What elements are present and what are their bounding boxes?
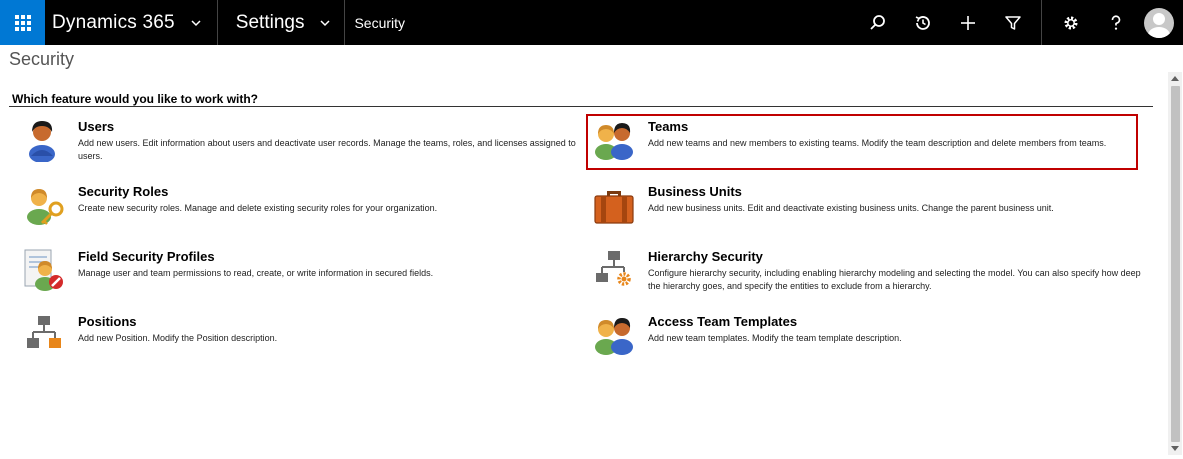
- feature-title[interactable]: Positions: [78, 314, 137, 329]
- gear-icon: [1064, 16, 1077, 29]
- feature-description: Add new team templates. Modify the team …: [648, 333, 902, 343]
- search-icon: [869, 14, 885, 30]
- scroll-up-arrow-icon[interactable]: [1171, 76, 1179, 81]
- feature-business-units[interactable]: Business Units Add new business units. E…: [592, 183, 1152, 241]
- avatar-icon: [1148, 12, 1170, 38]
- feature-description: Configure hierarchy security, including …: [648, 268, 1141, 291]
- hierarchy-gear-icon: [596, 251, 631, 286]
- app-launcher-button[interactable]: [0, 0, 45, 45]
- help-icon: [1111, 14, 1120, 30]
- user-avatar[interactable]: [1144, 7, 1174, 38]
- chevron-down-icon: [320, 19, 330, 26]
- hierarchy-icon: [27, 316, 61, 348]
- scroll-down-arrow-icon[interactable]: [1171, 446, 1179, 451]
- feature-description: Add new Position. Modify the Position de…: [78, 333, 278, 343]
- search-button[interactable]: [855, 0, 900, 45]
- chevron-down-icon: [191, 19, 201, 26]
- area-name: Settings: [235, 11, 305, 33]
- field-security-profile-icon: [24, 249, 63, 291]
- feature-title[interactable]: Business Units: [648, 184, 742, 199]
- heading-divider: [9, 106, 1153, 107]
- user-icon: [29, 121, 55, 162]
- app-name: Dynamics 365: [52, 11, 175, 33]
- page-title: Security: [9, 49, 75, 69]
- plus-icon: [960, 15, 975, 30]
- feature-positions[interactable]: Positions Add new Position. Modify the P…: [22, 313, 582, 371]
- feature-title[interactable]: Access Team Templates: [648, 314, 797, 329]
- feature-description: Create new security roles. Manage and de…: [78, 203, 438, 213]
- feature-title[interactable]: Users: [78, 119, 114, 134]
- scrollbar-thumb[interactable]: [1171, 86, 1180, 442]
- history-icon: [915, 15, 930, 30]
- settings-button[interactable]: [1048, 0, 1093, 45]
- create-button[interactable]: [945, 0, 990, 45]
- recent-button[interactable]: [900, 0, 945, 45]
- feature-description: Add new users. Edit information about us…: [78, 138, 576, 161]
- feature-access-team-templates[interactable]: Access Team Templates Add new team templ…: [592, 313, 1152, 371]
- feature-users[interactable]: Users Add new users. Edit information ab…: [22, 118, 582, 176]
- team-template-icon: [595, 318, 633, 355]
- teams-highlight-box: [586, 114, 1138, 170]
- security-role-key-icon: [27, 189, 64, 225]
- breadcrumb[interactable]: Security: [345, 15, 405, 31]
- briefcase-icon: [594, 191, 634, 224]
- feature-title[interactable]: Security Roles: [78, 184, 168, 199]
- feature-hierarchy-security[interactable]: Hierarchy Security Configure hierarchy s…: [592, 248, 1152, 306]
- feature-security-roles[interactable]: Security Roles Create new security roles…: [22, 183, 582, 241]
- top-nav-bar: Dynamics 365 Settings Security: [0, 0, 1183, 45]
- feature-description: Manage user and team permissions to read…: [78, 268, 434, 278]
- section-heading: Which feature would you like to work wit…: [12, 92, 259, 106]
- advanced-find-button[interactable]: [990, 0, 1035, 45]
- feature-field-security-profiles[interactable]: Field Security Profiles Manage user and …: [22, 248, 582, 306]
- toolbar-divider: [1041, 0, 1042, 45]
- waffle-icon: [14, 14, 31, 31]
- toolbar-right: [855, 0, 1183, 45]
- help-button[interactable]: [1093, 0, 1138, 45]
- filter-icon: [1004, 15, 1021, 30]
- area-switcher[interactable]: Settings: [218, 0, 346, 45]
- vertical-scrollbar[interactable]: [1168, 72, 1182, 455]
- app-switcher[interactable]: Dynamics 365: [45, 0, 218, 45]
- feature-description: Add new business units. Edit and deactiv…: [648, 203, 1054, 213]
- feature-title[interactable]: Hierarchy Security: [648, 249, 763, 264]
- feature-title[interactable]: Field Security Profiles: [78, 249, 215, 264]
